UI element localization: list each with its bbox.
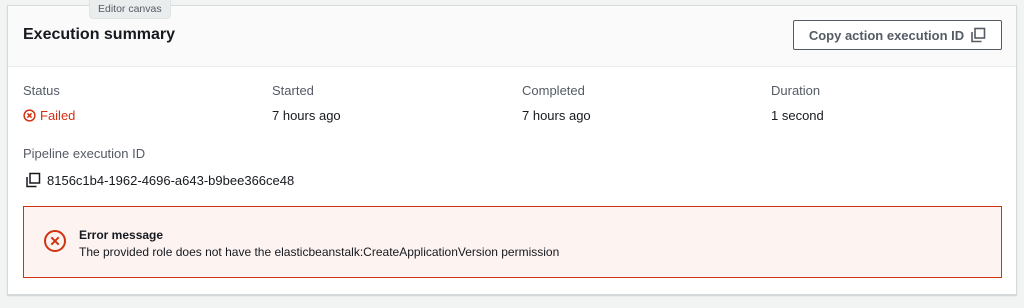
status-failed-icon [23,109,36,122]
pipeline-execution-id-row: 8156c1b4-1962-4696-a643-b9bee366ce48 [25,172,294,188]
copy-action-button-label: Copy action execution ID [808,27,965,43]
error-circle-icon [43,229,67,253]
copy-icon[interactable] [25,172,41,188]
page: Editor canvas Execution summary Copy act… [0,0,1024,308]
status-text: Failed [40,108,76,123]
pipeline-execution-id-value: 8156c1b4-1962-4696-a643-b9bee366ce48 [47,172,295,188]
completed-value: 7 hours ago [522,108,591,123]
card-title: Execution summary [23,26,176,43]
status-label: Status [23,83,60,98]
duration-label: Duration [771,83,821,98]
copy-action-execution-id-button[interactable]: Copy action execution ID [793,20,1002,50]
started-value: 7 hours ago [272,108,341,123]
error-title: Error message [79,228,164,242]
error-alert: Error message The provided role does not… [23,206,1002,278]
execution-summary-card: Execution summary Copy action execution … [7,5,1017,295]
pipeline-execution-id-label: Pipeline execution ID [23,146,146,161]
status-value: Failed [23,108,75,123]
completed-label: Completed [522,83,585,98]
error-message: The provided role does not have the elas… [79,245,560,259]
editor-canvas-tooltip: Editor canvas [89,0,171,19]
duration-value: 1 second [771,108,824,123]
copy-icon [970,27,986,43]
started-label: Started [272,83,314,98]
